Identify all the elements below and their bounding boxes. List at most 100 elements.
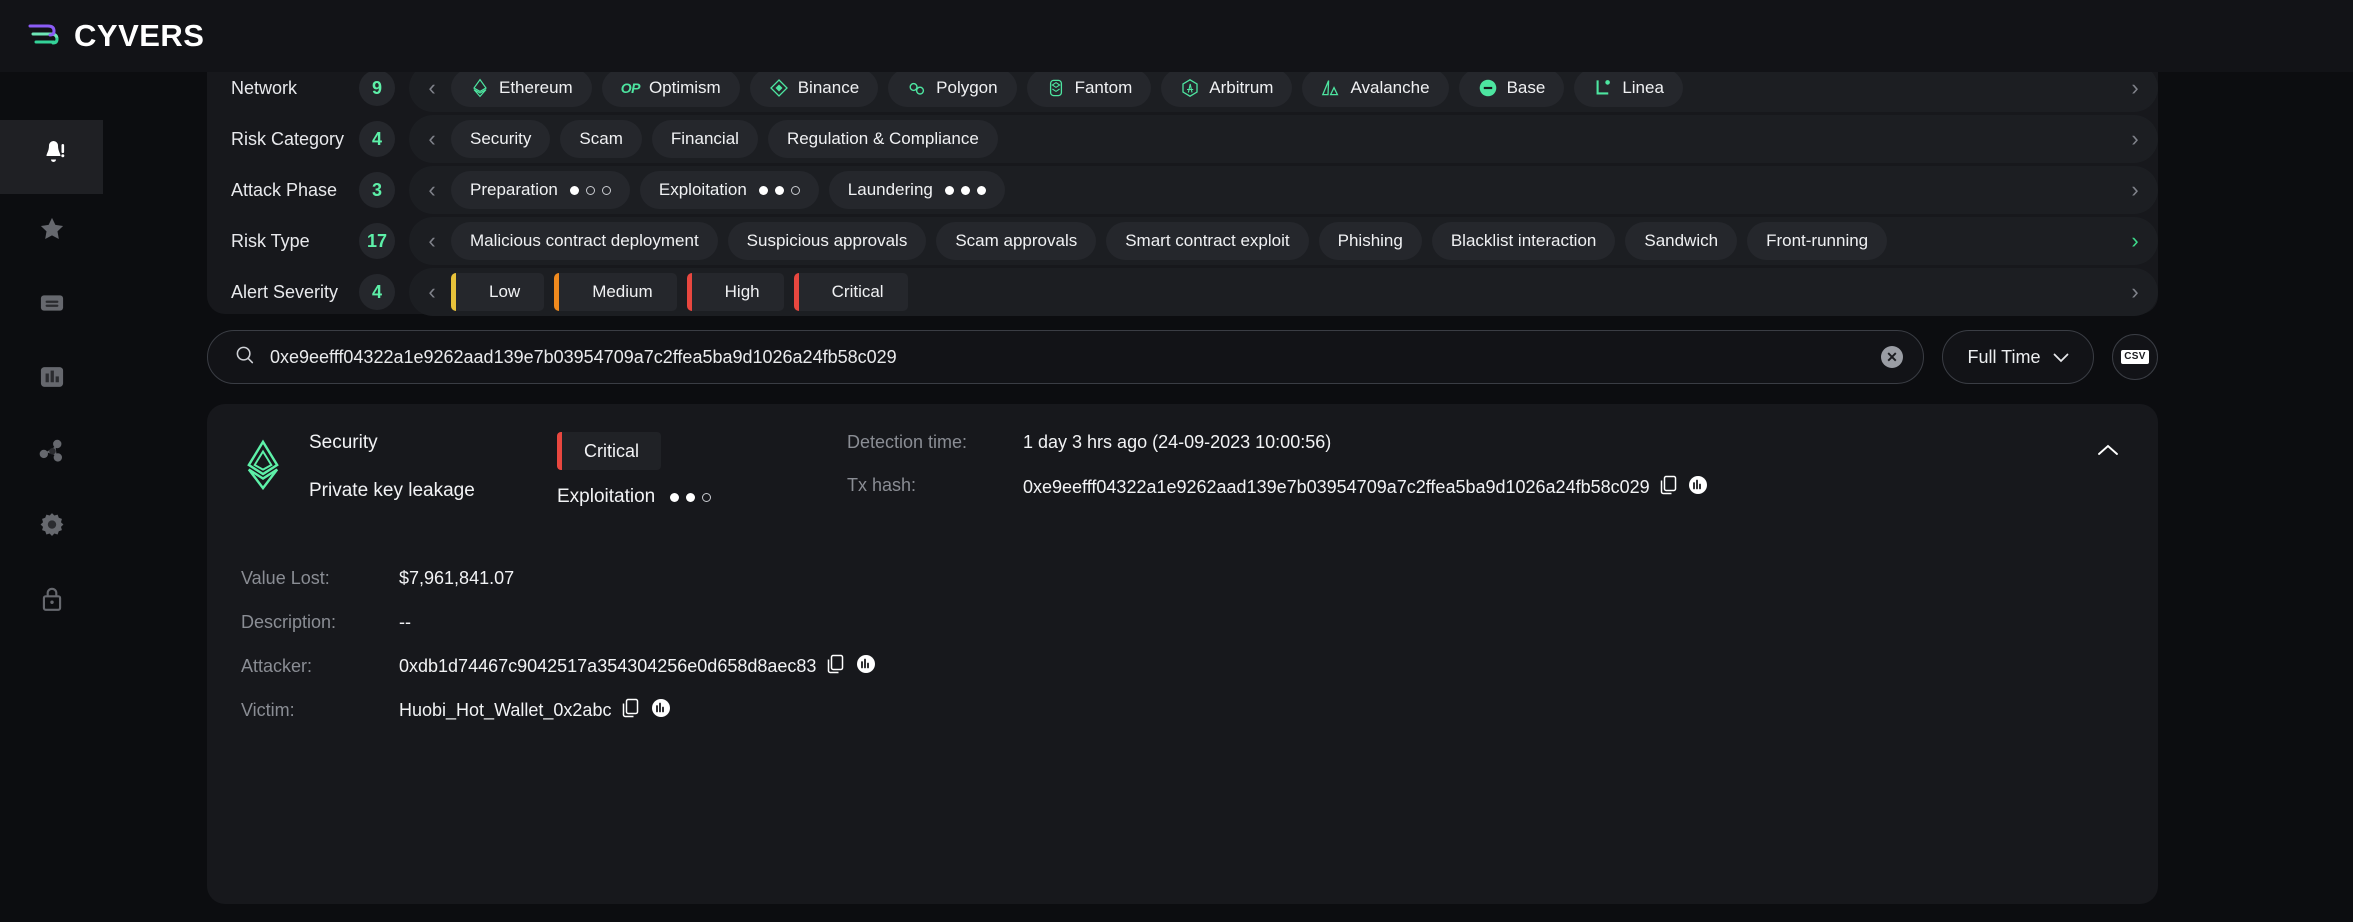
sidebar-item-reports[interactable]	[0, 268, 103, 342]
detail-row: Attacker:0xdb1d74467c9042517a354304256e0…	[241, 644, 2158, 688]
chip-label: Base	[1507, 78, 1546, 98]
copy-icon[interactable]	[827, 654, 845, 679]
filter-chip[interactable]: Regulation & Compliance	[768, 120, 998, 158]
filter-chip[interactable]: Security	[451, 120, 550, 158]
export-csv-button[interactable]: CSV	[2112, 334, 2158, 380]
carousel-prev-button[interactable]: ‹	[417, 166, 447, 214]
filter-chip[interactable]: Scam approvals	[936, 222, 1096, 260]
filter-row-count: 4	[359, 121, 395, 157]
severity-color-bar	[687, 273, 692, 311]
detail-label: Value Lost:	[241, 568, 399, 589]
chip-label: Optimism	[649, 78, 721, 98]
filter-chip[interactable]: Base	[1459, 69, 1565, 107]
filter-row-count: 3	[359, 172, 395, 208]
polygon-icon	[907, 78, 927, 98]
chip-track: Low Medium High Critical	[447, 268, 2120, 316]
filter-chip[interactable]: Arbitrum	[1161, 69, 1292, 107]
filter-panel: Network9‹EthereumOPOptimismBinancePolygo…	[207, 50, 2158, 314]
status-badge: Critical	[557, 432, 661, 470]
filter-chip[interactable]: Binance	[750, 69, 878, 107]
filter-chip[interactable]: OP Optimism	[602, 69, 740, 107]
phase-dot-filled	[570, 186, 579, 195]
optimism-icon: OP	[621, 80, 640, 96]
sidebar-item-favorites[interactable]	[0, 194, 103, 268]
app-title: CYVERS	[74, 18, 204, 54]
chip-track: Preparation Exploitation Laundering	[447, 166, 2120, 214]
time-filter-label: Full Time	[1967, 347, 2040, 368]
filter-chip[interactable]: Phishing	[1319, 222, 1422, 260]
bell-alert-icon	[38, 140, 66, 175]
severity-chip[interactable]: Low	[451, 273, 544, 311]
carousel-next-button[interactable]: ›	[2120, 115, 2150, 163]
clear-search-button[interactable]: ✕	[1881, 346, 1903, 368]
chip-label: Phishing	[1338, 231, 1403, 251]
filter-chip[interactable]: Polygon	[888, 69, 1016, 107]
csv-export-icon: CSV	[2121, 350, 2148, 364]
sidebar-item-security[interactable]	[0, 564, 103, 638]
search-row: 0xe9eefff04322a1e9262aad139e7b03954709a7…	[207, 330, 2158, 384]
chip-label: Arbitrum	[1209, 78, 1273, 98]
filter-chip[interactable]: Blacklist interaction	[1432, 222, 1616, 260]
filter-chip[interactable]: Financial	[652, 120, 758, 158]
star-icon	[38, 215, 66, 248]
filter-chip[interactable]: Smart contract exploit	[1106, 222, 1308, 260]
carousel-prev-button[interactable]: ‹	[417, 217, 447, 265]
detection-time-row: Detection time: 1 day 3 hrs ago (24-09-2…	[847, 432, 2128, 453]
carousel-next-button[interactable]: ›	[2120, 268, 2150, 316]
time-filter-select[interactable]: Full Time	[1942, 330, 2094, 384]
filter-chip[interactable]: Suspicious approvals	[728, 222, 927, 260]
explorer-icon[interactable]	[1688, 475, 1708, 500]
copy-icon[interactable]	[1660, 475, 1678, 500]
sidebar-item-settings[interactable]	[0, 490, 103, 564]
filter-row-attack-phase: Attack Phase3‹PreparationExploitationLau…	[207, 166, 2158, 214]
linea-icon	[1593, 78, 1613, 98]
explorer-icon[interactable]	[856, 654, 876, 679]
explorer-icon[interactable]	[651, 698, 671, 723]
chip-label: Laundering	[848, 180, 933, 200]
filter-chip[interactable]: Ethereum	[451, 69, 592, 107]
filter-chip[interactable]: Fantom	[1027, 69, 1152, 107]
phase-dot-filled	[977, 186, 986, 195]
chip-label: Malicious contract deployment	[470, 231, 699, 251]
avalanche-icon	[1321, 78, 1341, 98]
phase-dot-empty	[602, 186, 611, 195]
carousel-next-button[interactable]: ›	[2120, 166, 2150, 214]
severity-color-bar	[554, 273, 559, 311]
detail-value: $7,961,841.07	[399, 568, 514, 589]
search-input[interactable]: 0xe9eefff04322a1e9262aad139e7b03954709a7…	[270, 347, 1881, 368]
bar-chart-icon	[38, 363, 66, 396]
filter-chip[interactable]: Exploitation	[640, 171, 819, 209]
filter-chip[interactable]: Malicious contract deployment	[451, 222, 718, 260]
alert-header: Security Private key leakage Critical Ex…	[207, 432, 2158, 518]
filter-chip[interactable]: Avalanche	[1302, 69, 1448, 107]
chip-label: Blacklist interaction	[1451, 231, 1597, 251]
copy-icon[interactable]	[622, 698, 640, 723]
tx-hash-row: Tx hash: 0xe9eefff04322a1e9262aad139e7b0…	[847, 475, 2128, 500]
chip-label: High	[701, 282, 784, 302]
card-icon	[38, 289, 66, 322]
alert-classification: Security Private key leakage	[285, 432, 557, 502]
severity-chip[interactable]: Medium	[554, 273, 676, 311]
chip-label: Fantom	[1075, 78, 1133, 98]
phase-dot-filled	[670, 493, 679, 502]
filter-chip[interactable]: Preparation	[451, 171, 630, 209]
carousel-prev-button[interactable]: ‹	[417, 115, 447, 163]
filter-chip[interactable]: Front-running	[1747, 222, 1887, 260]
sidebar-item-alerts[interactable]	[0, 120, 103, 194]
sidebar-item-analytics[interactable]	[0, 342, 103, 416]
carousel-prev-button[interactable]: ‹	[417, 268, 447, 316]
search-box[interactable]: 0xe9eefff04322a1e9262aad139e7b03954709a7…	[207, 330, 1924, 384]
filter-row-risk-type: Risk Type17‹Malicious contract deploymen…	[207, 217, 2158, 265]
filter-chip[interactable]: Scam	[560, 120, 641, 158]
carousel-next-button[interactable]: ›	[2120, 217, 2150, 265]
filter-chip-carousel: ‹Security Scam Financial Regulation & Compl…	[409, 115, 2158, 163]
network-nodes-icon	[38, 437, 66, 470]
severity-chip[interactable]: Critical	[794, 273, 908, 311]
collapse-alert-button[interactable]	[2088, 432, 2128, 472]
filter-chip[interactable]: Laundering	[829, 171, 1005, 209]
severity-chip[interactable]: High	[687, 273, 784, 311]
filter-chip[interactable]: Sandwich	[1625, 222, 1737, 260]
sidebar-item-graph[interactable]	[0, 416, 103, 490]
filter-chip[interactable]: Linea	[1574, 69, 1683, 107]
chip-label: Sandwich	[1644, 231, 1718, 251]
